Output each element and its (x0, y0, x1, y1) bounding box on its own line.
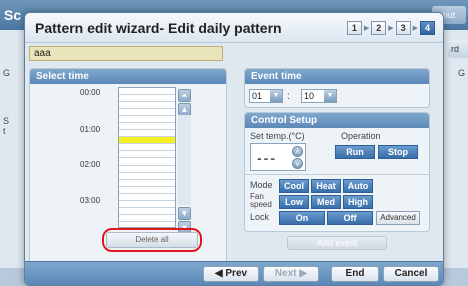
step-arrow-icon: ▶ (412, 25, 418, 32)
next-button[interactable]: Next ▶ (263, 266, 319, 282)
time-label-0100: 01:00 (80, 125, 101, 134)
lock-off-button[interactable]: Off (327, 211, 373, 225)
section-divider (245, 174, 429, 175)
time-slot[interactable] (119, 88, 175, 96)
pattern-edit-dialog: Pattern edit wizard- Edit daily pattern … (24, 12, 444, 286)
dialog-header: Pattern edit wizard- Edit daily pattern … (25, 13, 443, 43)
time-slot[interactable] (119, 151, 175, 159)
time-slot[interactable] (119, 95, 175, 103)
control-setup-heading: Control Setup (245, 113, 429, 128)
delete-all-callout (102, 228, 202, 252)
mode-cool-button[interactable]: Cool (279, 179, 309, 193)
time-slot[interactable] (119, 194, 175, 201)
step-1[interactable]: 1 (346, 21, 362, 35)
fan-label-line2: speed (250, 200, 272, 209)
time-slot[interactable] (119, 109, 175, 117)
mode-heat-button[interactable]: Heat (311, 179, 341, 193)
select-time-heading: Select time (30, 69, 226, 84)
dialog-footer: ◀ Prev Next ▶ End Cancel (25, 261, 443, 285)
time-slot[interactable] (119, 215, 175, 222)
lock-label: Lock (250, 212, 270, 222)
time-slot[interactable] (119, 116, 175, 124)
wizard-steps: 1 ▶ 2 ▶ 3 ▶ 4 (346, 21, 435, 35)
hour-select[interactable]: 01 ▼ (249, 89, 283, 103)
background-right-button[interactable]: rd (448, 40, 468, 58)
background-right-label-g: G (458, 68, 466, 78)
time-slot-selected[interactable] (119, 137, 175, 145)
background-side-label-g: G (3, 68, 11, 78)
temp-value: --- (257, 150, 277, 166)
set-temp-label: Set temp.(°C) (250, 131, 305, 141)
lock-on-button[interactable]: On (279, 211, 325, 225)
time-slot[interactable] (119, 173, 175, 180)
event-time-heading: Event time (245, 69, 429, 84)
background-title: Sc (4, 7, 22, 23)
time-label-0300: 03:00 (80, 196, 101, 205)
mode-auto-button[interactable]: Auto (343, 179, 373, 193)
chevron-down-icon[interactable]: ▼ (324, 90, 336, 102)
time-label-0000: 00:00 (80, 88, 101, 97)
scroll-track[interactable] (178, 115, 191, 205)
fan-low-button[interactable]: Low (279, 195, 309, 209)
time-slot[interactable] (119, 180, 175, 187)
step-4[interactable]: 4 (420, 21, 435, 35)
time-slot[interactable] (119, 102, 175, 110)
time-slot[interactable] (119, 201, 175, 208)
background-side-label-s: S (3, 116, 10, 126)
fan-high-button[interactable]: High (343, 195, 373, 209)
time-grid[interactable] (118, 87, 176, 229)
cancel-button[interactable]: Cancel (383, 266, 439, 282)
fan-med-button[interactable]: Med (311, 195, 341, 209)
operation-label: Operation (341, 131, 381, 141)
step-3[interactable]: 3 (395, 21, 411, 35)
temp-display: --- ˄ ˅ (250, 143, 306, 171)
background-side-label-t: t (3, 126, 6, 136)
event-time-panel: Event time 01 ▼ : 10 ▼ (244, 68, 430, 108)
time-slot[interactable] (119, 130, 175, 138)
scroll-top-icon[interactable]: ⏶ (178, 89, 191, 102)
stop-button[interactable]: Stop (378, 145, 418, 159)
prev-button[interactable]: ◀ Prev (203, 266, 259, 282)
step-arrow-icon: ▶ (388, 25, 394, 32)
time-slot[interactable] (119, 208, 175, 215)
dialog-title: Pattern edit wizard- Edit daily pattern (35, 20, 282, 36)
step-arrow-icon: ▶ (363, 25, 370, 32)
scroll-down-icon[interactable]: ▼ (178, 207, 191, 220)
time-slot[interactable] (119, 158, 175, 166)
end-button[interactable]: End (331, 266, 379, 282)
hour-value: 01 (252, 91, 263, 101)
select-time-panel: Select time 00:00 01:00 02:00 03:00 ⏶ ▲ … (29, 68, 227, 264)
time-separator: : (287, 91, 290, 102)
advanced-button[interactable]: Advanced (376, 211, 420, 225)
minute-value: 10 (304, 91, 315, 101)
temp-down-icon[interactable]: ˅ (292, 158, 303, 169)
time-label-0200: 02:00 (80, 160, 101, 169)
chevron-down-icon[interactable]: ▼ (270, 90, 282, 102)
control-setup-panel: Control Setup Set temp.(°C) --- ˄ ˅ Oper… (244, 112, 430, 232)
fan-speed-label: Fan speed (250, 193, 272, 209)
run-button[interactable]: Run (335, 145, 375, 159)
time-slot[interactable] (119, 123, 175, 131)
time-slot[interactable] (119, 187, 175, 194)
pattern-name-field[interactable]: aaa (29, 46, 223, 61)
time-slot[interactable] (119, 166, 175, 173)
minute-select[interactable]: 10 ▼ (301, 89, 337, 103)
step-2[interactable]: 2 (371, 21, 387, 35)
add-event-button[interactable]: Add event (287, 236, 387, 250)
temp-up-icon[interactable]: ˄ (292, 146, 303, 157)
time-slot[interactable] (119, 144, 175, 152)
mode-label: Mode (250, 180, 273, 190)
